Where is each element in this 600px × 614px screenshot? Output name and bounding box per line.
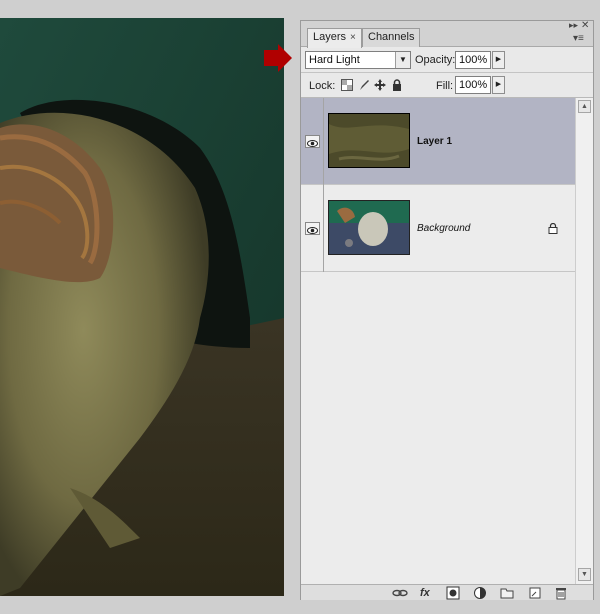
layers-panel: Layers × Channels ▸▸ ✕ ▾≡ Hard Light ▼ Op… xyxy=(300,20,594,600)
tab-channels-label: Channels xyxy=(368,31,415,43)
fill-input[interactable]: 100% xyxy=(455,76,491,94)
layer-divider xyxy=(323,185,324,272)
canvas-artwork xyxy=(0,18,284,596)
opacity-label: Opacity: xyxy=(415,54,456,66)
layer-lock-icon xyxy=(548,223,558,234)
layers-list: Layer 1 Background xyxy=(301,98,575,584)
fill-slider-button[interactable]: ▶ xyxy=(492,76,505,94)
highlight-arrow-icon xyxy=(264,44,292,72)
tab-layers-label: Layers xyxy=(313,31,347,43)
blend-mode-value: Hard Light xyxy=(309,54,360,66)
lock-transparency-icon[interactable] xyxy=(341,79,353,91)
panel-tab-bar: Layers × Channels ▸▸ ✕ ▾≡ xyxy=(301,20,593,48)
layer-divider xyxy=(323,98,324,185)
lock-pixels-brush-icon[interactable] xyxy=(358,79,370,91)
new-layer-icon[interactable] xyxy=(528,586,542,600)
blend-row: Hard Light ▼ Opacity: 100% ▶ xyxy=(301,48,593,73)
opacity-input[interactable]: 100% xyxy=(455,51,491,69)
visibility-eye-icon[interactable] xyxy=(305,222,320,235)
blend-mode-select[interactable]: Hard Light ▼ xyxy=(305,51,411,69)
workspace: Layers × Channels ▸▸ ✕ ▾≡ Hard Light ▼ Op… xyxy=(0,0,600,614)
layer-name[interactable]: Background xyxy=(417,223,470,234)
layer-row-layer-1[interactable]: Layer 1 xyxy=(301,98,575,185)
fx-icon[interactable]: fx xyxy=(420,586,430,600)
layers-footer: fx xyxy=(301,584,593,600)
mask-icon[interactable] xyxy=(446,586,460,600)
trash-icon[interactable] xyxy=(554,586,568,600)
link-icon[interactable] xyxy=(392,586,408,600)
tab-layers[interactable]: Layers × xyxy=(307,28,362,48)
scroll-down-icon[interactable]: ▼ xyxy=(578,568,591,581)
lock-row: Lock: Fill: 100% ▶ xyxy=(301,73,593,98)
document-canvas[interactable] xyxy=(0,18,284,596)
lock-position-move-icon[interactable] xyxy=(374,79,386,91)
lock-all-icon[interactable] xyxy=(391,79,403,91)
panel-menu-icon[interactable]: ▾≡ xyxy=(573,33,584,44)
fill-label: Fill: xyxy=(436,80,454,92)
adjustment-icon[interactable] xyxy=(473,586,487,600)
layer-thumbnail[interactable] xyxy=(328,200,410,255)
layer-row-background[interactable]: Background xyxy=(301,185,575,272)
collapse-icon[interactable]: ▸▸ xyxy=(569,20,578,31)
opacity-slider-button[interactable]: ▶ xyxy=(492,51,505,69)
tab-channels[interactable]: Channels xyxy=(362,28,421,47)
visibility-eye-icon[interactable] xyxy=(305,135,320,148)
layer-thumbnail[interactable] xyxy=(328,113,410,168)
close-icon[interactable]: ✕ xyxy=(581,20,589,31)
scroll-up-icon[interactable]: ▲ xyxy=(578,100,591,113)
layer-name[interactable]: Layer 1 xyxy=(417,136,452,147)
layers-scrollbar[interactable]: ▲ ▼ xyxy=(575,98,593,584)
lock-label: Lock: xyxy=(309,80,336,92)
tab-close-icon[interactable]: × xyxy=(350,32,356,43)
folder-icon[interactable] xyxy=(500,586,514,600)
chevron-down-icon[interactable]: ▼ xyxy=(395,52,410,68)
